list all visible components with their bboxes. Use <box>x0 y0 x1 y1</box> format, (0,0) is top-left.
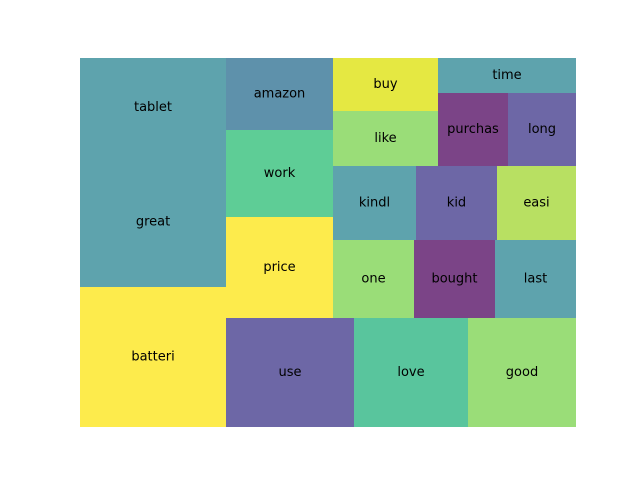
treemap-cell-kid: kid <box>416 166 497 240</box>
treemap-cell-time: time <box>438 58 576 93</box>
treemap-cell-batteri: batteri <box>80 287 226 427</box>
treemap-cell-like: like <box>333 111 438 166</box>
treemap-cell-buy: buy <box>333 58 438 111</box>
treemap-label-price: price <box>263 260 295 275</box>
treemap-label-work: work <box>264 166 296 181</box>
treemap-label-tablet: tablet <box>134 100 172 115</box>
treemap-cell-easi: easi <box>497 166 576 240</box>
treemap-cell-tablet: tablet <box>80 58 226 157</box>
treemap-cell-bought: bought <box>414 240 495 318</box>
treemap-cell-good: good <box>468 318 576 427</box>
treemap-label-batteri: batteri <box>131 350 174 365</box>
treemap-cell-kindl: kindl <box>333 166 416 240</box>
treemap-label-use: use <box>278 365 301 380</box>
treemap-label-long: long <box>528 122 556 137</box>
treemap-cell-love: love <box>354 318 468 427</box>
treemap-label-easi: easi <box>523 196 549 211</box>
treemap-label-like: like <box>374 131 396 146</box>
treemap-label-amazon: amazon <box>254 87 306 102</box>
treemap-label-time: time <box>492 68 521 83</box>
treemap-cell-purchas: purchas <box>438 93 508 166</box>
treemap-cell-last: last <box>495 240 576 318</box>
treemap-cell-price: price <box>226 217 333 318</box>
treemap-label-great: great <box>136 215 170 230</box>
treemap-cell-one: one <box>333 240 414 318</box>
treemap-label-bought: bought <box>431 272 477 287</box>
treemap-cell-work: work <box>226 130 333 217</box>
treemap-cell-use: use <box>226 318 354 427</box>
treemap-label-kindl: kindl <box>359 196 390 211</box>
treemap-label-last: last <box>524 272 547 287</box>
treemap-cell-amazon: amazon <box>226 58 333 130</box>
treemap-cell-long: long <box>508 93 576 166</box>
treemap-cells: batteri great tablet use love good price work am… <box>80 58 576 427</box>
treemap-label-one: one <box>361 272 385 287</box>
treemap-chart: batteri great tablet use love good price work am… <box>80 58 576 427</box>
treemap-label-good: good <box>506 365 538 380</box>
treemap-cell-great: great <box>80 157 226 287</box>
treemap-label-buy: buy <box>373 77 397 92</box>
treemap-label-purchas: purchas <box>447 122 499 137</box>
treemap-label-kid: kid <box>447 196 466 211</box>
treemap-label-love: love <box>397 365 424 380</box>
